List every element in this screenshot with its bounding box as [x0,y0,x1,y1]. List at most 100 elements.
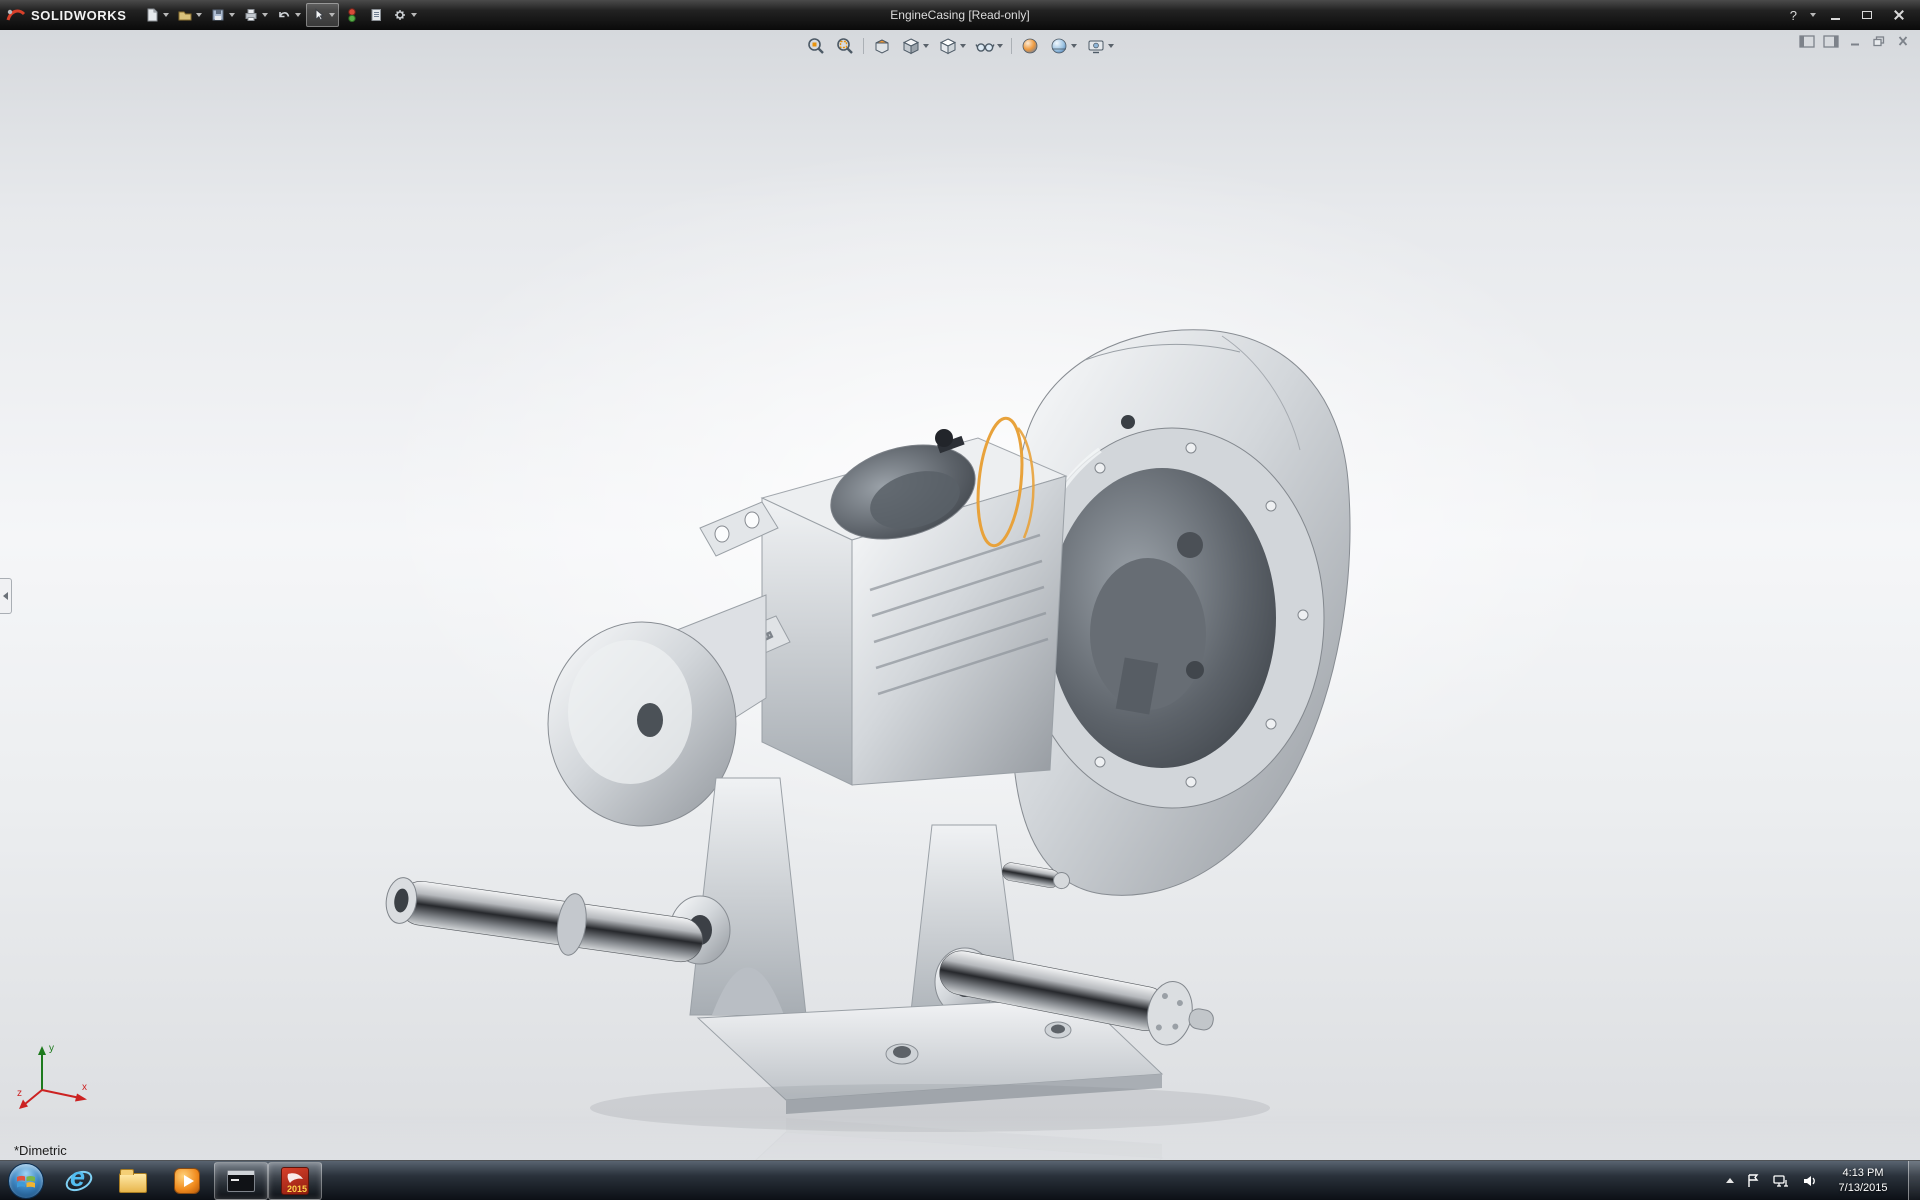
minimize-icon [1831,18,1840,20]
split-pane-icon [1823,35,1839,48]
dropdown-caret[interactable] [262,13,268,17]
dropdown-caret[interactable] [1108,44,1114,48]
taskbar-clock[interactable]: 4:13 PM 7/13/2015 [1828,1166,1898,1196]
view-settings-icon [1086,36,1106,56]
dassault-logo-icon [6,7,26,23]
taskbar-media-player[interactable] [160,1162,214,1200]
action-center-icon[interactable] [1744,1172,1762,1190]
feature-manager-collapsed-tab[interactable] [0,578,12,614]
engine-casing-model[interactable] [0,30,1920,1160]
network-icon[interactable] [1772,1172,1790,1190]
doc-minimize-icon [1848,35,1862,47]
save-icon [210,7,226,23]
dropdown-caret[interactable] [411,13,417,17]
doc-minimize-button[interactable] [1846,34,1864,48]
dropdown-caret[interactable] [229,13,235,17]
display-style-icon [938,36,958,56]
heads-up-view-toolbar [805,35,1115,57]
doc-restore-button[interactable] [1870,34,1888,48]
view-orientation-label: *Dimetric [14,1143,67,1158]
pinned-apps: e 2015 [52,1161,322,1200]
dropdown-caret[interactable] [329,13,335,17]
zoom-to-fit-button[interactable] [805,35,827,57]
minimize-button[interactable] [1822,6,1848,24]
zoom-to-area-button[interactable] [834,35,856,57]
windows-orb-icon [8,1163,44,1199]
folder-icon [119,1173,147,1193]
split-pane-button[interactable] [1822,34,1840,48]
doc-close-button[interactable] [1894,34,1912,48]
windows-flag-icon [16,1172,36,1190]
scene-ball-icon [1049,36,1069,56]
dropdown-caret[interactable] [163,13,169,17]
solidworks-version-badge: 2015 [287,1184,307,1194]
select-cursor-icon [310,7,326,23]
zoom-to-fit-icon [806,36,826,56]
apply-scene-button[interactable] [1048,35,1078,57]
view-orientation-button[interactable] [900,35,930,57]
open-button[interactable] [174,3,205,27]
help-dropdown-caret[interactable] [1810,13,1816,17]
close-icon [1894,10,1904,20]
section-view-button[interactable] [871,35,893,57]
triad-x-label: x [82,1082,87,1093]
clock-time: 4:13 PM [1828,1166,1898,1181]
section-view-icon [872,36,892,56]
rebuild-stoplight-icon [344,7,360,23]
taskbar-command-prompt[interactable] [214,1162,268,1200]
rebuild-button[interactable] [341,3,363,27]
document-window-controls [1798,34,1912,48]
solidworks-logo: SOLIDWORKS [0,7,137,23]
undo-icon [276,7,292,23]
maximize-button[interactable] [1854,6,1880,24]
triad-y-label: y [49,1043,54,1054]
dropdown-caret[interactable] [960,44,966,48]
system-tray: 4:13 PM 7/13/2015 [1726,1161,1920,1200]
display-style-button[interactable] [937,35,967,57]
dropdown-caret[interactable] [196,13,202,17]
select-button[interactable] [306,3,339,27]
expand-arrow-icon [3,592,8,600]
taskbar-solidworks[interactable]: 2015 [268,1162,322,1200]
view-settings-button[interactable] [1085,35,1115,57]
view-orientation-cube-icon [901,36,921,56]
graphics-area[interactable]: y x z *Dimetric [0,30,1920,1160]
dropdown-caret[interactable] [923,44,929,48]
show-desktop-button[interactable] [1908,1161,1920,1200]
start-button[interactable] [0,1161,52,1200]
options-button[interactable] [389,3,420,27]
hide-show-items-button[interactable] [974,35,1004,57]
select-pane-button[interactable] [1798,34,1816,48]
window-controls: ? [1786,6,1920,24]
pane-icon [1799,35,1815,48]
save-button[interactable] [207,3,238,27]
triad-z-label: z [17,1088,22,1099]
show-hidden-icons-button[interactable] [1726,1178,1734,1183]
edit-appearance-button[interactable] [1019,35,1041,57]
taskbar-windows-explorer[interactable] [106,1162,160,1200]
help-button[interactable]: ? [1786,8,1801,23]
clock-date: 7/13/2015 [1828,1181,1898,1196]
close-button[interactable] [1886,6,1912,24]
zoom-to-area-icon [835,36,855,56]
play-icon [184,1175,194,1187]
undo-button[interactable] [273,3,304,27]
dropdown-caret[interactable] [1071,44,1077,48]
doc-restore-icon [1872,35,1886,47]
appearance-ball-icon [1020,36,1040,56]
open-folder-icon [177,7,193,23]
new-document-button[interactable] [141,3,172,27]
taskbar-internet-explorer[interactable]: e [52,1162,106,1200]
print-button[interactable] [240,3,271,27]
titlebar: SOLIDWORKS [0,0,1920,30]
file-properties-button[interactable] [365,3,387,27]
solidworks-app-icon: 2015 [281,1167,309,1195]
hide-show-glasses-icon [975,36,995,56]
internet-explorer-icon: e [64,1166,94,1196]
volume-icon[interactable] [1800,1172,1818,1190]
toolbar-separator [1011,38,1012,54]
dropdown-caret[interactable] [997,44,1003,48]
dropdown-caret[interactable] [295,13,301,17]
maximize-icon [1862,11,1872,19]
media-player-icon [174,1168,200,1194]
